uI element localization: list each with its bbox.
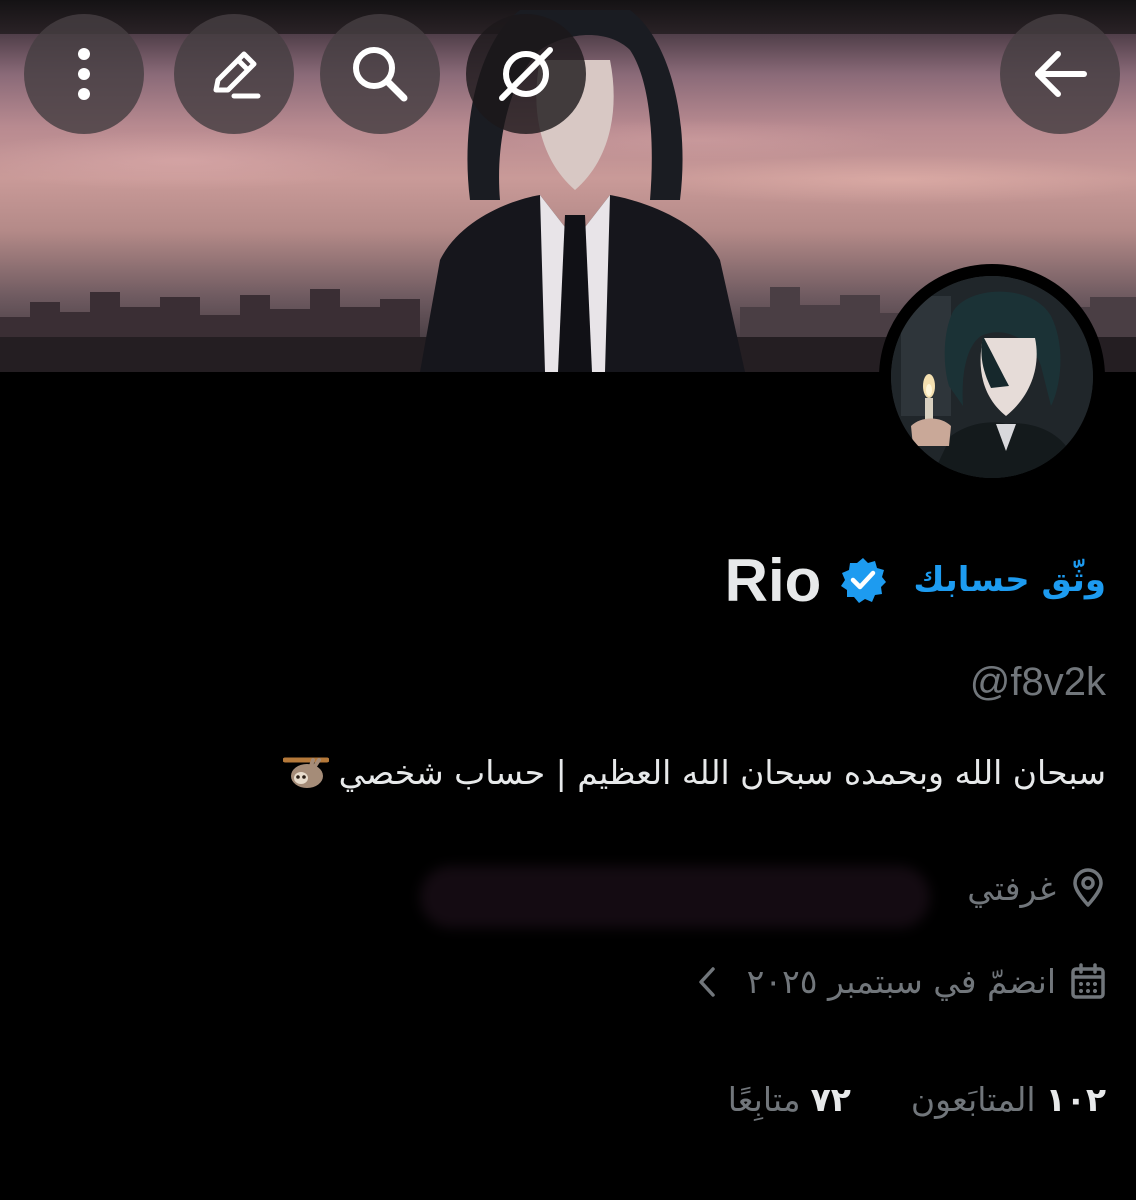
joined-date-text: انضمّ في سبتمبر ٢٠٢٥: [746, 962, 1056, 1001]
verified-badge-icon[interactable]: [839, 556, 887, 604]
followers-count: ١٠٢: [1045, 1080, 1106, 1119]
following-count: ٧٢: [810, 1080, 851, 1119]
grok-button[interactable]: [466, 14, 586, 134]
more-vertical-icon: [78, 48, 90, 100]
pencil-icon: [213, 51, 261, 99]
location-pin-icon: [1073, 868, 1103, 907]
avatar[interactable]: [879, 264, 1105, 490]
avatar-character-illustration: [891, 276, 1093, 478]
follow-stats: ١٠٢ المتابَعون ٧٢ متابِعًا: [728, 1080, 1106, 1119]
bio-text: سبحان الله وبحمده سبحان الله العظيم | حس…: [338, 752, 1106, 792]
arrow-left-icon: [1035, 51, 1087, 97]
avatar-image: [891, 276, 1093, 478]
grok-icon: [499, 47, 553, 101]
followers-label: المتابَعون: [910, 1080, 1036, 1119]
profile-name-row: Rio وثّق حسابك: [725, 540, 1106, 620]
edit-profile-button[interactable]: [174, 14, 294, 134]
followers-link[interactable]: ١٠٢ المتابَعون: [911, 1080, 1106, 1119]
verify-account-link[interactable]: وثّق حسابك: [913, 560, 1106, 600]
more-options-button[interactable]: [24, 14, 144, 134]
redacted-link: [420, 866, 930, 928]
location-row: غرفتي: [967, 868, 1106, 908]
user-handle: @f8v2k: [969, 660, 1106, 704]
chevron-left-icon: [698, 966, 715, 997]
following-label: متابِعًا: [727, 1080, 801, 1119]
calendar-icon: [1071, 962, 1105, 999]
following-link[interactable]: ٧٢ متابِعًا: [728, 1080, 851, 1119]
search-button[interactable]: [320, 14, 440, 134]
back-button[interactable]: [1000, 14, 1120, 134]
joined-date-row[interactable]: انضمّ في سبتمبر ٢٠٢٥: [697, 962, 1106, 1001]
sloth-icon: [282, 757, 329, 788]
search-icon: [353, 47, 408, 102]
profile-page: Rio وثّق حسابك @f8v2k سبحان الله وبحمده …: [0, 0, 1136, 1200]
display-name: Rio: [724, 546, 822, 614]
location-text: غرفتي: [967, 868, 1056, 908]
profile-bio: سبحان الله وبحمده سبحان الله العظيم | حس…: [282, 752, 1106, 792]
